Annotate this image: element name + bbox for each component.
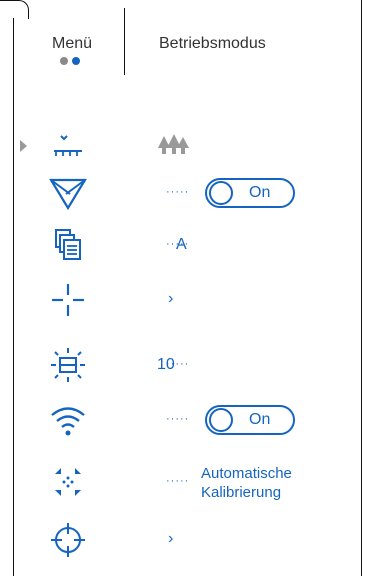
forest-icon	[158, 134, 190, 161]
file-copy-icon	[48, 225, 88, 265]
chevron-right-icon: ›	[168, 290, 174, 307]
frame-right-border	[361, 0, 362, 576]
chevron-right-icon: ›	[168, 530, 174, 547]
target-icon	[48, 520, 88, 560]
tab-menu[interactable]: Menü	[52, 35, 92, 53]
menu-row-recording[interactable]: ····· A	[48, 225, 348, 265]
menu-row-brightness[interactable]: ····· 10	[48, 345, 348, 385]
page-dot-1	[60, 57, 68, 65]
toggle-state-label: On	[249, 411, 271, 428]
frame-top-corner	[0, 0, 29, 19]
toggle-knob	[209, 181, 233, 205]
menu-row-calibration[interactable]: ····· Automatische Kalibrierung	[48, 462, 348, 502]
recording-value: A	[176, 236, 187, 253]
menu-row-wifi[interactable]: ····· On	[48, 400, 348, 440]
calibration-value: Automatische Kalibrierung	[201, 465, 292, 501]
tab-operating-mode[interactable]: Betriebsmodus	[159, 35, 266, 53]
brightness-value: 10	[157, 356, 175, 373]
toggle-state-label: On	[249, 184, 271, 201]
row-separator: ·····	[166, 185, 190, 198]
menu-row-scene[interactable]: ·····	[48, 126, 348, 166]
row-separator: ·····	[166, 474, 190, 487]
wifi-icon	[48, 400, 88, 440]
selection-pointer-icon	[20, 140, 27, 152]
page-dot-2-active	[72, 57, 80, 65]
display-brightness-icon	[48, 345, 88, 385]
wifi-toggle[interactable]: On	[205, 405, 295, 435]
tab-divider	[124, 8, 125, 75]
stream-toggle[interactable]: On	[205, 178, 295, 208]
menu-row-crosshair[interactable]: ›	[48, 280, 348, 320]
frame-left-border	[13, 18, 14, 576]
row-separator: ·····	[166, 412, 190, 425]
scene-terrain-icon	[48, 126, 88, 166]
crosshair-icon	[48, 280, 88, 320]
triangle-filter-icon	[48, 173, 88, 213]
page-indicator	[60, 57, 80, 65]
menu-row-stream[interactable]: ····· On	[48, 173, 348, 213]
calibration-arrows-icon	[48, 462, 88, 502]
menu-row-target[interactable]: ›	[48, 520, 348, 560]
toggle-knob	[209, 408, 233, 432]
